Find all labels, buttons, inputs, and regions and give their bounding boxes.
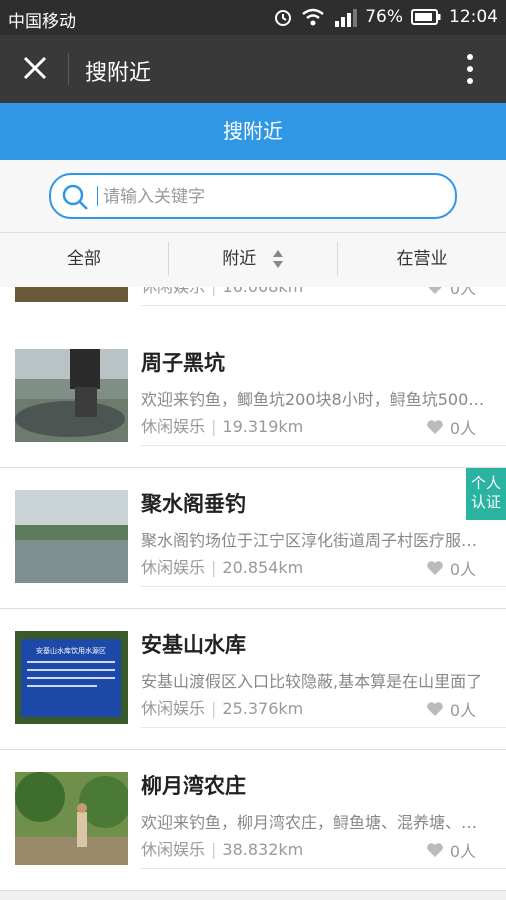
item-category: 休闲娱乐 [141,699,206,718]
item-likes-count: 0人 [449,287,476,298]
battery-percent: 76% [365,7,403,27]
item-likes[interactable]: 0人 [426,838,476,862]
item-distance: 38.832km [222,840,304,859]
item-distance: 16.068km [222,287,303,296]
item-category: 休闲娱乐 [141,558,206,577]
battery-icon [411,9,441,25]
heart-icon [427,843,443,857]
search-input[interactable] [101,179,445,215]
more-options-icon[interactable] [466,53,474,85]
list-item[interactable]: 休闲娱乐|16.068km 0人 [0,287,506,328]
list-item[interactable]: 柳月湾农庄 欢迎来钓鱼，柳月湾农庄，鲟鱼塘、混养塘、鲫鱼塘 休闲娱乐 | 38.83… [0,750,506,891]
filter-bar: 全部 附近 在营业 [0,232,506,288]
app-bar: 搜附近 [0,35,506,103]
item-meta: 休闲娱乐|16.068km [141,287,303,297]
sign-text: 安基山水库饮用水源区 [36,646,106,655]
heart-icon [427,287,442,294]
sort-arrows-icon [272,250,283,268]
filter-open-label: 在营业 [396,249,448,269]
filter-nearby-label: 附近 [222,249,257,269]
list-item[interactable]: 聚水阁垂钓 聚水阁钓场位于江宁区淳化街道周子村医疗服务站旁 休闲娱乐 | 20.85… [0,468,506,609]
list-item[interactable]: 周子黑坑 欢迎来钓鱼，鲫鱼坑200块8小时，鲟鱼坑500块8小时 休闲娱乐 | 19… [0,327,506,468]
heart-icon [427,420,443,434]
alarm-icon [275,10,292,26]
item-name: 周子黑坑 [141,351,225,375]
item-meta: 休闲娱乐 | 25.376km [141,699,304,718]
item-divider [141,586,506,587]
app-bar-divider [68,53,69,85]
search-icon [62,184,88,210]
text-cursor [97,186,98,206]
item-category: 休闲娱乐 [141,840,206,859]
item-description: 安基山渡假区入口比较隐蔽,基本算是在山里面了 [141,672,483,691]
item-category: 休闲娱乐 [141,417,206,436]
close-icon[interactable] [20,53,50,83]
item-thumbnail: 安基山水库饮用水源区 [15,631,128,724]
item-likes[interactable]: 0人 [426,556,476,580]
item-thumbnail [15,349,128,442]
item-distance: 20.854km [222,558,304,577]
item-divider [141,868,506,869]
wifi-icon [302,8,324,26]
item-likes-count: 0人 [449,419,476,438]
item-name: 聚水阁垂钓 [141,492,246,516]
filter-all-label: 全部 [67,249,101,269]
item-meta: 休闲娱乐 | 20.854km [141,558,304,577]
item-likes[interactable]: 0人 [426,415,476,439]
item-distance: 25.376km [222,699,304,718]
item-category: 休闲娱乐 [141,287,205,296]
item-name: 安基山水库 [141,633,246,657]
item-description: 欢迎来钓鱼，鲫鱼坑200块8小时，鲟鱼坑500块8小时 [141,390,489,409]
item-thumbnail [15,287,128,302]
item-description: 聚水阁钓场位于江宁区淳化街道周子村医疗服务站旁 [141,531,489,550]
filter-open[interactable]: 在营业 [338,233,506,287]
results-list: 休闲娱乐|16.068km 0人 周子黑坑 欢迎来钓鱼，鲫鱼坑200块8小时，鲟… [0,287,506,900]
item-description: 欢迎来钓鱼，柳月湾农庄，鲟鱼塘、混养塘、鲫鱼塘 [141,813,489,832]
item-likes-count: 0人 [449,701,476,720]
badge-line-1: 个人 [470,474,501,492]
carrier-label: 中国移动 [8,12,76,32]
item-divider [141,727,506,728]
item-likes-count: 0人 [449,842,476,861]
item-name: 柳月湾农庄 [141,774,246,798]
list-item[interactable]: 安基山水库饮用水源区 安基山水库 安基山渡假区入口比较隐蔽,基本算是在山里面了 … [0,609,506,750]
app-bar-title: 搜附近 [85,61,152,86]
search-area [0,160,506,232]
signal-icon [335,9,358,27]
item-likes[interactable]: 0人 [426,697,476,721]
verification-badge[interactable]: 个人 认证 [466,468,506,520]
item-likes[interactable]: 0人 [426,287,476,299]
item-distance: 19.319km [222,417,304,436]
item-divider [141,445,506,446]
search-box[interactable] [49,173,457,219]
clock: 12:04 [449,7,498,27]
item-meta: 休闲娱乐 | 19.319km [141,417,304,436]
filter-all[interactable]: 全部 [0,233,168,287]
status-icons: 76% 12:04 [273,7,498,27]
badge-line-2: 认证 [470,493,501,511]
heart-icon [427,702,443,716]
page-title: 搜附近 [0,103,506,160]
item-thumbnail [15,772,128,865]
filter-nearby[interactable]: 附近 [169,233,337,287]
item-meta: 休闲娱乐 | 38.832km [141,840,304,859]
item-divider [141,305,506,306]
item-likes-count: 0人 [449,560,476,579]
status-bar: 中国移动 76% 12:04 [0,0,506,35]
heart-icon [427,561,443,575]
item-thumbnail [15,490,128,583]
